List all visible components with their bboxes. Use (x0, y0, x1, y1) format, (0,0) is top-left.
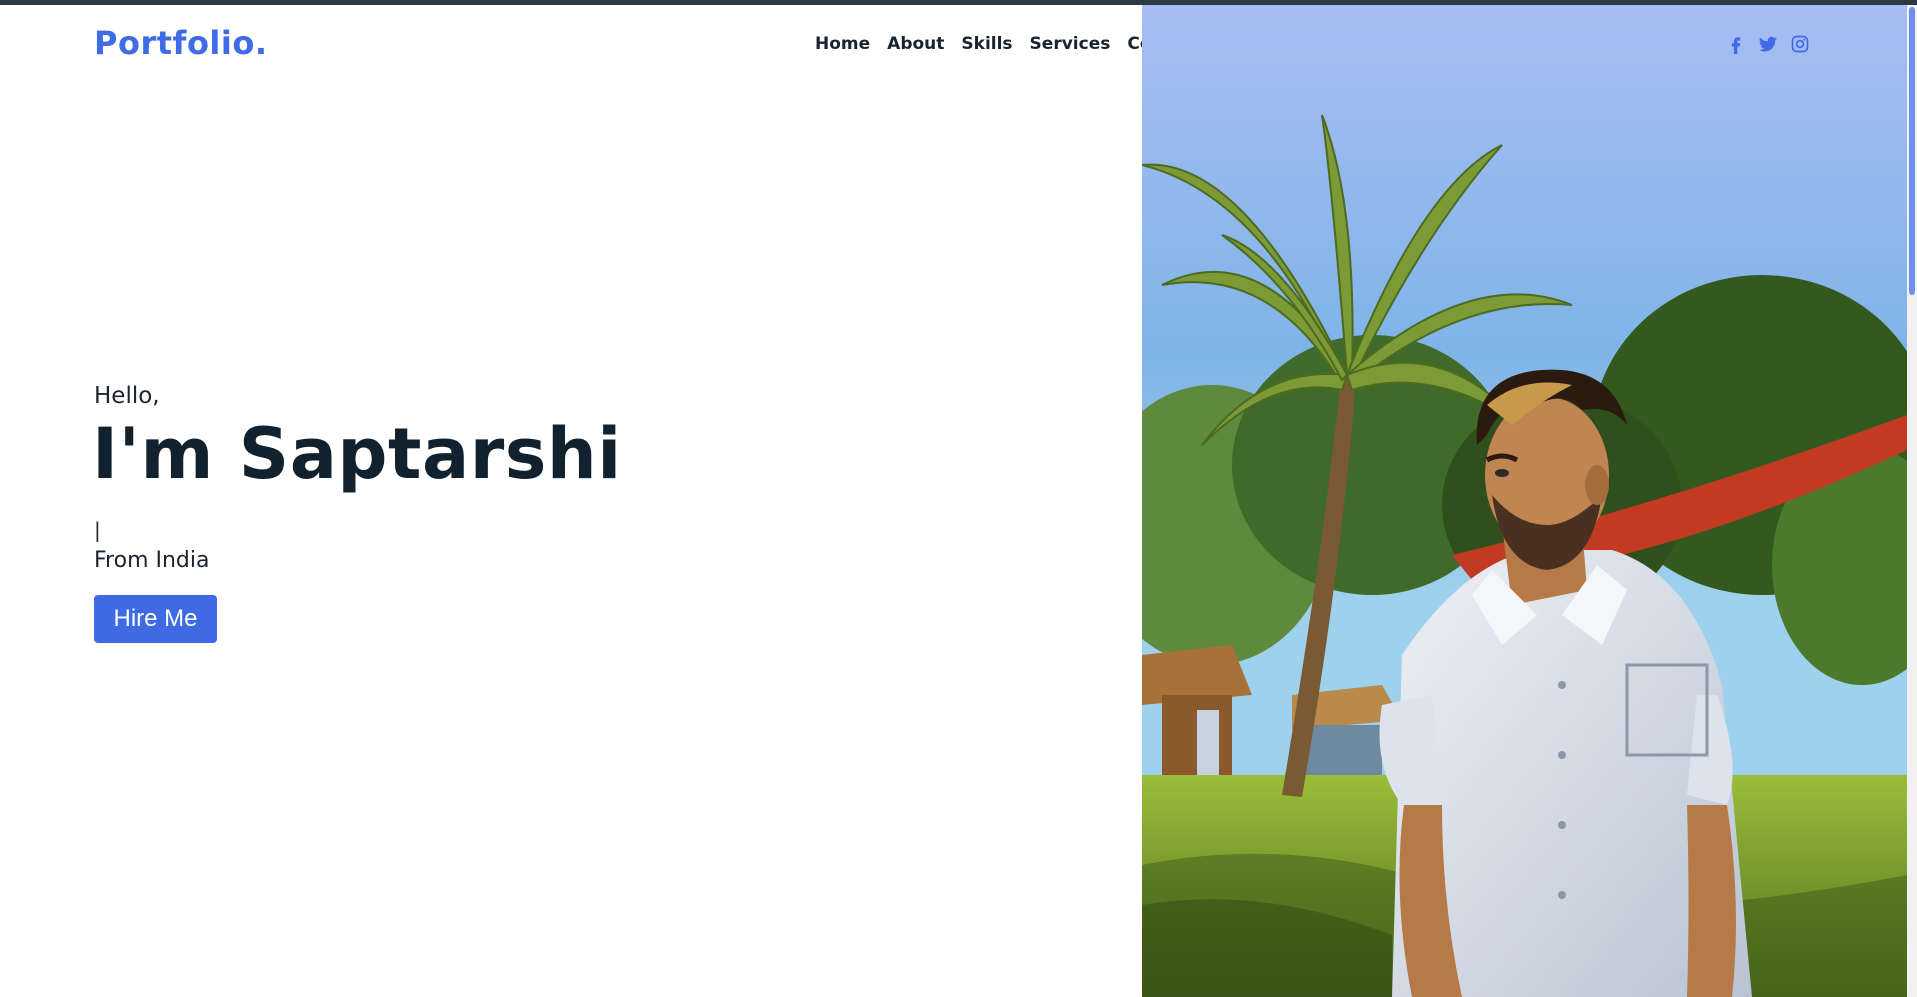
hero-location: From India (94, 548, 210, 573)
typing-caret: | (94, 518, 101, 542)
page-scrollbar[interactable] (1907, 5, 1917, 997)
hero-scene-image (1142, 5, 1907, 997)
social-links (1726, 34, 1810, 54)
nav-about[interactable]: About (887, 34, 944, 54)
scrollbar-thumb[interactable] (1909, 7, 1915, 295)
hero-greeting: Hello, (94, 383, 160, 409)
nav-services[interactable]: Services (1030, 34, 1111, 54)
facebook-icon[interactable] (1726, 34, 1746, 54)
hire-me-button[interactable]: Hire Me (94, 595, 217, 643)
logo[interactable]: Portfolio. (94, 24, 268, 62)
twitter-icon[interactable] (1758, 34, 1778, 54)
hero-headline: I'm Saptarshi (92, 413, 622, 495)
nav-home[interactable]: Home (815, 34, 870, 54)
instagram-icon[interactable] (1790, 34, 1810, 54)
nav-skills[interactable]: Skills (961, 34, 1012, 54)
hero-illustration (1142, 5, 1907, 997)
